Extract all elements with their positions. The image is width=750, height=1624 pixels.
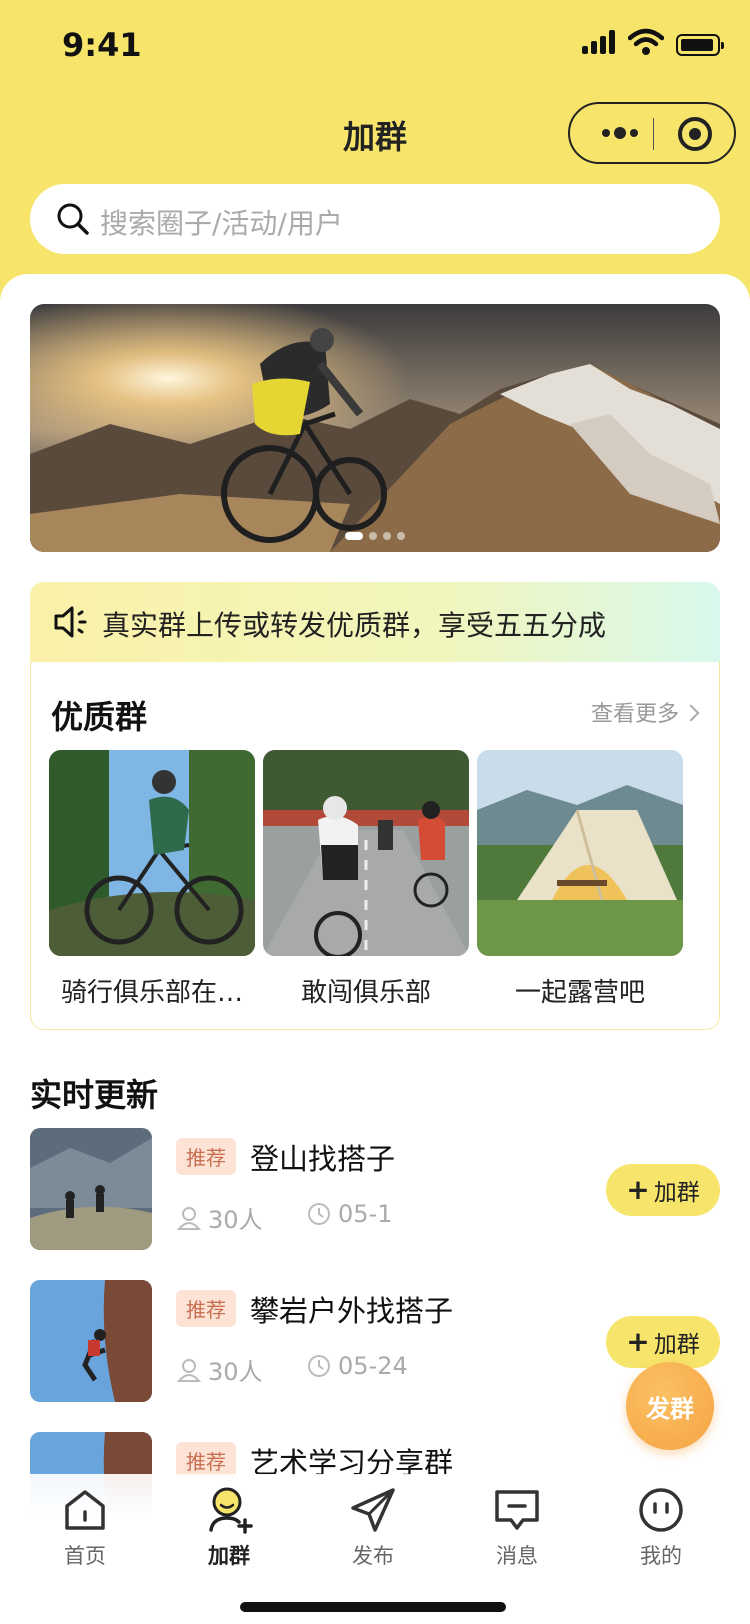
mini-program-capsule xyxy=(568,102,736,164)
notice-text: 真实群上传或转发优质群，享受五五分成 xyxy=(102,609,607,642)
cellular-signal-icon xyxy=(582,30,618,54)
group-name: 登山找搭子 xyxy=(250,1142,396,1176)
recommend-badge: 推荐 xyxy=(176,1138,236,1175)
search-bar[interactable]: 搜索圈子/活动/用户 xyxy=(30,184,720,254)
chevron-right-icon xyxy=(682,704,700,722)
promo-notice[interactable]: 真实群上传或转发优质群，享受五五分成 xyxy=(30,582,720,662)
group-thumbnail xyxy=(30,1128,152,1250)
post-group-fab[interactable]: 发群 xyxy=(626,1362,714,1450)
capsule-divider xyxy=(653,118,654,150)
home-indicator xyxy=(240,1602,506,1612)
join-group-icon xyxy=(209,1487,253,1534)
update-date: 05-24 xyxy=(306,1352,408,1380)
list-item[interactable]: 推荐 登山找搭子 30人 05-1 + 加群 xyxy=(30,1128,720,1252)
update-date: 05-1 xyxy=(306,1200,392,1228)
user-icon xyxy=(176,1358,202,1382)
banner-cyclist-mountain-photo xyxy=(30,304,720,552)
tab-label: 我的 xyxy=(640,1544,682,1568)
battery-icon xyxy=(676,34,724,56)
clock-icon xyxy=(308,1355,330,1377)
wifi-icon xyxy=(628,28,664,55)
tab-label: 消息 xyxy=(496,1544,538,1568)
send-icon xyxy=(351,1488,395,1532)
search-icon xyxy=(57,203,89,235)
group-thumbnail xyxy=(30,1280,152,1402)
view-more-label: 查看更多 xyxy=(590,702,679,727)
update-date-text: 05-24 xyxy=(338,1352,408,1380)
quality-groups-section: 优质群 查看更多 骑行俱乐部在… 敢闯俱乐部 一起露营吧 xyxy=(30,662,720,1030)
clock-icon xyxy=(308,1203,330,1225)
join-group-label: 加群 xyxy=(653,1332,700,1358)
update-date-text: 05-1 xyxy=(338,1200,393,1228)
group-thumbnail xyxy=(49,750,255,956)
more-icon[interactable] xyxy=(590,120,650,146)
recommend-badge: 推荐 xyxy=(176,1290,236,1327)
tab-label: 加群 xyxy=(208,1544,250,1568)
profile-icon xyxy=(639,1488,683,1532)
user-icon xyxy=(176,1206,202,1230)
search-input[interactable]: 搜索圈子/活动/用户 xyxy=(100,202,343,242)
tab-label: 发布 xyxy=(352,1544,394,1568)
message-icon xyxy=(495,1490,539,1530)
realtime-updates-title: 实时更新 xyxy=(30,1076,159,1114)
member-count-text: 30人 xyxy=(208,1206,263,1234)
quality-group-card[interactable]: 骑行俱乐部在… xyxy=(49,750,255,1009)
tab-messages[interactable]: 消息 xyxy=(462,1486,572,1570)
join-group-button[interactable]: + 加群 xyxy=(606,1316,720,1368)
tab-profile[interactable]: 我的 xyxy=(606,1486,716,1570)
join-group-label: 加群 xyxy=(653,1180,700,1206)
plus-icon: + xyxy=(626,1325,650,1358)
list-item[interactable]: 推荐 攀岩户外找搭子 30人 05-24 + 加群 xyxy=(30,1280,720,1404)
member-count: 30人 xyxy=(176,1200,263,1235)
plus-icon: + xyxy=(626,1173,650,1206)
group-thumbnail xyxy=(263,750,469,956)
banner-image[interactable] xyxy=(30,304,720,552)
group-name: 敢闯俱乐部 xyxy=(300,978,431,1008)
quality-group-card[interactable]: 敢闯俱乐部 xyxy=(263,750,469,1009)
group-name: 一起露营吧 xyxy=(514,978,645,1008)
banner-pagination xyxy=(30,532,720,540)
tab-publish[interactable]: 发布 xyxy=(318,1486,428,1570)
group-thumbnail xyxy=(477,750,683,956)
group-name: 骑行俱乐部在… xyxy=(60,978,243,1008)
tab-home[interactable]: 首页 xyxy=(30,1486,140,1570)
member-count-text: 30人 xyxy=(208,1358,263,1386)
join-group-button[interactable]: + 加群 xyxy=(606,1164,720,1216)
quality-group-card[interactable]: 一起露营吧 xyxy=(477,750,683,1009)
group-name: 攀岩户外找搭子 xyxy=(250,1294,454,1328)
speaker-icon xyxy=(54,606,87,638)
home-icon xyxy=(65,1490,105,1530)
close-mini-program-icon[interactable] xyxy=(678,117,712,151)
quality-groups-title: 优质群 xyxy=(51,698,148,736)
tab-join-group[interactable]: 加群 xyxy=(174,1486,284,1570)
status-bar: 9:41 xyxy=(0,18,750,68)
status-time: 9:41 xyxy=(62,26,142,64)
member-count: 30人 xyxy=(176,1352,263,1387)
tab-label: 首页 xyxy=(64,1544,106,1568)
view-more-link[interactable]: 查看更多 xyxy=(590,696,700,728)
